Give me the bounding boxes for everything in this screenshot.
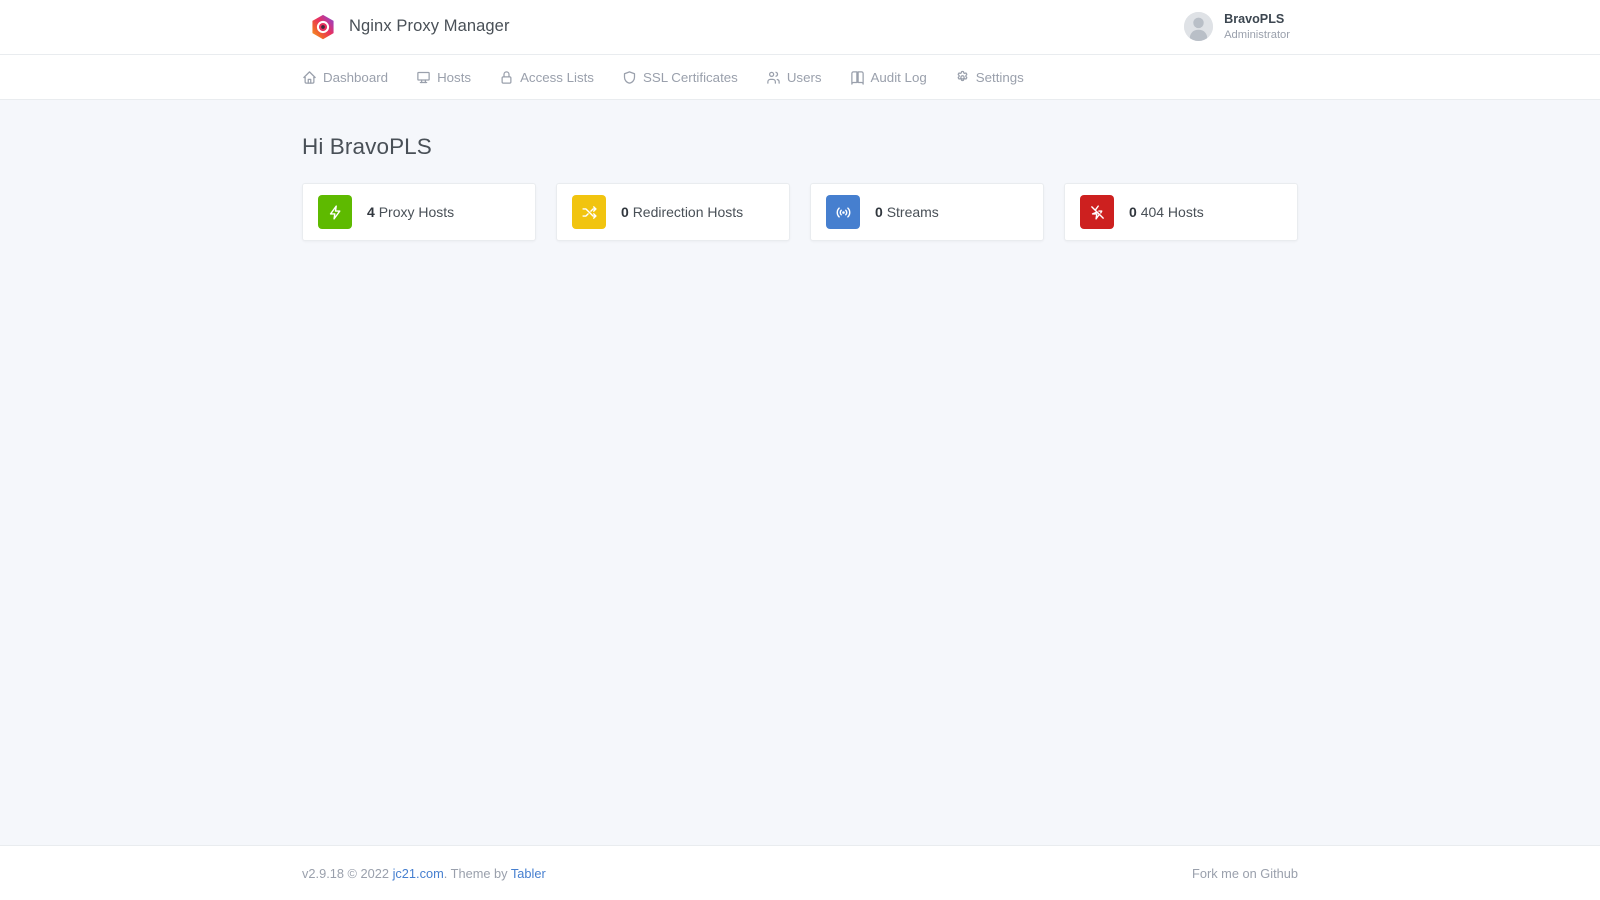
stat-count-proxy-hosts: 4 xyxy=(367,204,375,220)
nav-item-users[interactable]: Users xyxy=(752,55,836,100)
broadcast-icon xyxy=(826,195,860,229)
user-role: Administrator xyxy=(1224,28,1290,41)
stat-count-streams: 0 xyxy=(875,204,883,220)
header-inner: Nginx Proxy Manager BravoPLS Administrat… xyxy=(0,12,1600,42)
user-avatar-icon xyxy=(1184,12,1214,42)
footer-theme-link[interactable]: Tabler xyxy=(511,866,546,881)
footer-version: v2.9.18 © 2022 xyxy=(302,865,389,881)
shield-icon xyxy=(622,70,637,85)
stats-row: 4 Proxy Hosts 0 Redirection Hosts 0 Stre… xyxy=(292,183,1308,241)
user-meta: BravoPLS Administrator xyxy=(1224,12,1290,42)
stat-card-proxy-hosts[interactable]: 4 Proxy Hosts xyxy=(302,183,536,241)
nav-item-settings[interactable]: Settings xyxy=(941,55,1038,100)
book-icon xyxy=(850,70,865,85)
main-content: Hi BravoPLS 4 Proxy Hosts 0 Redirection … xyxy=(0,100,1600,845)
app-header: Nginx Proxy Manager BravoPLS Administrat… xyxy=(0,0,1600,55)
stat-text-404-hosts: 0 404 Hosts xyxy=(1129,204,1204,220)
stat-label-redirection-hosts: Redirection Hosts xyxy=(632,204,744,220)
stat-text-redirection-hosts: 0 Redirection Hosts xyxy=(621,204,743,220)
stat-count-redirection-hosts: 0 xyxy=(621,204,629,220)
app-root: Nginx Proxy Manager BravoPLS Administrat… xyxy=(0,0,1600,900)
nav-item-access-lists[interactable]: Access Lists xyxy=(485,55,608,100)
nav-label-access-lists: Access Lists xyxy=(520,69,594,85)
gear-icon xyxy=(955,70,970,85)
stat-card-streams[interactable]: 0 Streams xyxy=(810,183,1044,241)
shuffle-icon xyxy=(572,195,606,229)
user-menu[interactable]: BravoPLS Administrator xyxy=(1184,12,1290,42)
stat-card-404-hosts[interactable]: 0 404 Hosts xyxy=(1064,183,1298,241)
footer-inner: v2.9.18 © 2022 jc21.com. Theme by Tabler… xyxy=(0,866,1600,881)
nav-label-audit-log: Audit Log xyxy=(870,69,927,85)
brand-link[interactable]: Nginx Proxy Manager xyxy=(310,14,510,40)
npm-hexagon-logo-icon xyxy=(310,14,336,40)
nav-item-ssl-certificates[interactable]: SSL Certificates xyxy=(608,55,752,100)
user-name: BravoPLS xyxy=(1224,12,1285,27)
nav-label-ssl-certificates: SSL Certificates xyxy=(642,69,738,85)
bolt-icon xyxy=(318,195,352,229)
nav-label-dashboard: Dashboard xyxy=(323,69,389,85)
footer-github-link[interactable]: Fork me on Github xyxy=(1192,866,1298,881)
home-icon xyxy=(302,70,317,85)
nav-item-hosts[interactable]: Hosts xyxy=(402,55,485,100)
stat-label-streams: Streams xyxy=(886,204,939,220)
stat-label-404-hosts: 404 Hosts xyxy=(1140,204,1204,220)
page-title: Hi BravoPLS xyxy=(302,134,432,159)
stat-col-proxy-hosts: 4 Proxy Hosts xyxy=(292,183,546,241)
lock-icon xyxy=(499,70,514,85)
nav-item-dashboard[interactable]: Dashboard xyxy=(302,55,402,100)
content-inner: Hi BravoPLS 4 Proxy Hosts 0 Redirection … xyxy=(0,100,1600,241)
footer-site-link[interactable]: jc21.com xyxy=(393,866,444,881)
nav-label-hosts: Hosts xyxy=(437,69,472,85)
stat-card-redirection-hosts[interactable]: 0 Redirection Hosts xyxy=(556,183,790,241)
footer-copyright: v2.9.18 © 2022 jc21.com. Theme by Tabler xyxy=(302,866,546,881)
nav-item-audit-log[interactable]: Audit Log xyxy=(836,55,941,100)
nav-label-settings: Settings xyxy=(975,69,1024,85)
stat-count-404-hosts: 0 xyxy=(1129,204,1137,220)
bolt-off-icon xyxy=(1080,195,1114,229)
stat-text-streams: 0 Streams xyxy=(875,204,939,220)
brand-title: Nginx Proxy Manager xyxy=(349,17,510,36)
footer-theme-prefix: . Theme by xyxy=(443,865,511,881)
stat-col-redirection-hosts: 0 Redirection Hosts xyxy=(546,183,800,241)
app-footer: v2.9.18 © 2022 jc21.com. Theme by Tabler… xyxy=(0,845,1600,900)
main-navbar: Dashboard Hosts Access Lists SSL Certifi… xyxy=(0,55,1600,100)
monitor-icon xyxy=(416,70,431,85)
navbar-inner: Dashboard Hosts Access Lists SSL Certifi… xyxy=(0,55,1600,100)
stat-text-proxy-hosts: 4 Proxy Hosts xyxy=(367,204,454,220)
stat-label-proxy-hosts: Proxy Hosts xyxy=(378,204,455,220)
nav-label-users: Users xyxy=(786,69,822,85)
users-icon xyxy=(766,70,781,85)
stat-col-streams: 0 Streams xyxy=(800,183,1054,241)
stat-col-404-hosts: 0 404 Hosts xyxy=(1054,183,1308,241)
